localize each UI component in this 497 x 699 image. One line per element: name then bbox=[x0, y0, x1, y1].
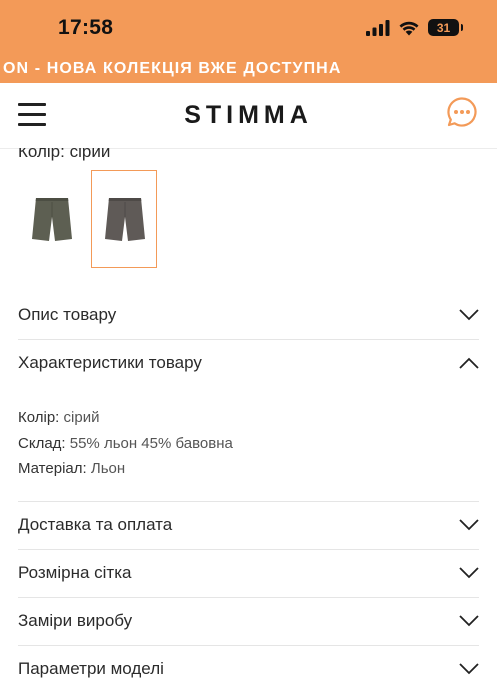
accordion-model-params-label: Параметри моделі bbox=[18, 659, 164, 678]
promo-ticker[interactable]: ON - НОВА КОЛЕКЦІЯ ВЖЕ ДОСТУПНА bbox=[0, 58, 497, 80]
spec-color: Колір: сірий bbox=[18, 409, 100, 426]
chevron-down-icon bbox=[459, 615, 479, 627]
chevron-down-icon bbox=[459, 519, 479, 531]
accordion-characteristics-label: Характеристики товару bbox=[18, 353, 202, 372]
accordion-size-chart-label: Розмірна сітка bbox=[18, 563, 132, 582]
status-time: 17:58 bbox=[58, 16, 114, 39]
brand-logo[interactable]: STIMMA bbox=[0, 101, 497, 130]
battery-icon: 31 bbox=[428, 19, 463, 36]
color-swatch-grey[interactable] bbox=[91, 170, 157, 268]
cellular-signal-icon bbox=[366, 19, 390, 36]
battery-level: 31 bbox=[436, 20, 451, 35]
spec-composition: Склад: 55% льон 45% бавовна bbox=[18, 434, 233, 452]
chevron-down-icon bbox=[459, 567, 479, 579]
accordion-description-label: Опис товару bbox=[18, 305, 117, 324]
color-swatch-olive[interactable] bbox=[18, 170, 84, 268]
site-header: STIMMA bbox=[0, 83, 497, 149]
status-bar: 17:58 31 bbox=[0, 0, 497, 58]
chevron-up-icon bbox=[459, 357, 479, 369]
accordion-measurements-label: Заміри виробу bbox=[18, 611, 133, 630]
status-icons: 31 bbox=[366, 19, 463, 36]
chevron-down-icon bbox=[459, 309, 479, 321]
shorts-thumbnail-grey bbox=[105, 198, 145, 241]
wifi-icon bbox=[399, 21, 419, 35]
accordion-delivery-label: Доставка та оплата bbox=[18, 515, 173, 534]
chevron-down-icon bbox=[459, 663, 479, 675]
product-specs: Колір: сірий Склад: 55% льон 45% бавовна… bbox=[18, 405, 233, 482]
chat-icon[interactable] bbox=[446, 96, 478, 128]
spec-material: Матеріал: Льон bbox=[18, 460, 126, 477]
shorts-thumbnail-olive bbox=[32, 198, 72, 241]
